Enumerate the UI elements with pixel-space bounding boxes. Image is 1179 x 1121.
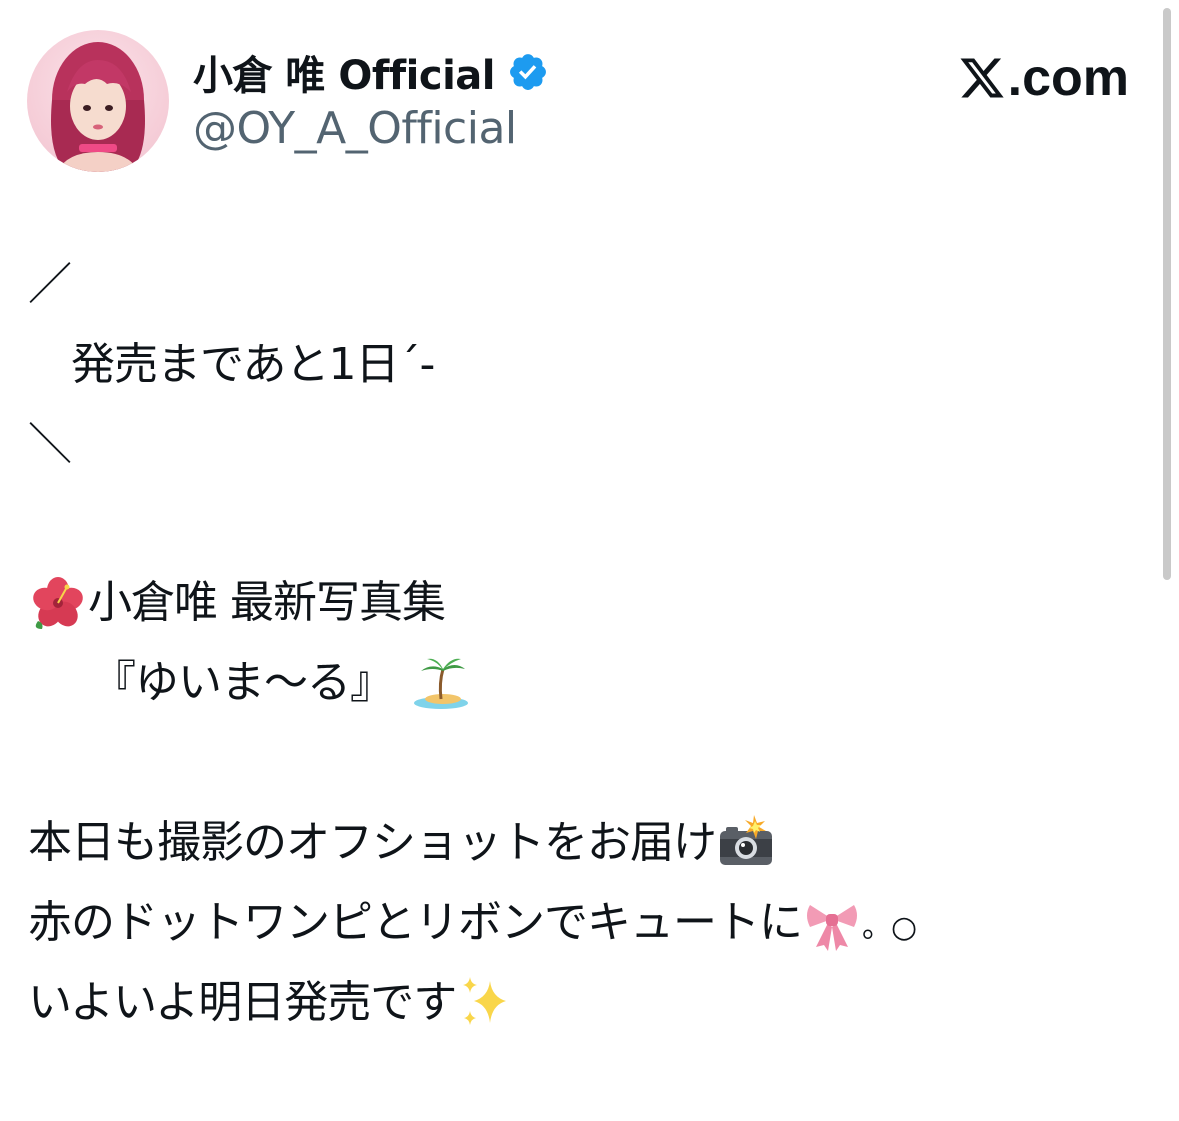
text-line: ／: [28, 259, 72, 310]
text-line-label: 小倉唯 最新写真集: [88, 577, 446, 628]
text-line: いよいよ明日発売です: [28, 973, 516, 1033]
text-line: 小倉唯 最新写真集: [28, 573, 446, 633]
display-name-row: 小倉 唯 Official: [193, 40, 549, 104]
camera-with-flash-emoji: [716, 813, 776, 873]
verified-badge-icon: [507, 51, 549, 93]
avatar[interactable]: [27, 30, 169, 172]
text-line: ＼: [28, 419, 72, 470]
brand-logo[interactable]: .com: [958, 46, 1129, 110]
text-line: 発売まであと1日´-: [28, 339, 435, 390]
text-line-label: いよいよ明日発売です: [28, 977, 457, 1028]
desert-island-emoji: [411, 653, 471, 713]
x-logo-icon: [958, 54, 1006, 102]
text-line: 赤のドットワンピとリボンでキュートに 。○: [28, 893, 917, 953]
sparkles-emoji: [456, 973, 516, 1033]
ribbon-emoji: [802, 893, 862, 953]
handle[interactable]: @OY_A_Official: [193, 103, 517, 154]
scrollbar[interactable]: [1163, 8, 1171, 580]
text-line: 本日も撮影のオフショットをお届け: [28, 813, 776, 873]
text-line-label: 赤のドットワンピとリボンでキュートに: [28, 897, 803, 948]
brand-text: .com: [1007, 49, 1129, 107]
text-line: 『ゆいま〜る』: [28, 653, 471, 713]
text-line-label: 本日も撮影のオフショットをお届け: [28, 817, 717, 868]
hibiscus-emoji: [28, 573, 88, 633]
text-line-label: 『ゆいま〜る』: [28, 657, 394, 708]
text-line-tail: 。○: [862, 910, 917, 945]
profile-avatar: [51, 42, 145, 172]
display-name[interactable]: 小倉 唯 Official: [193, 43, 496, 101]
